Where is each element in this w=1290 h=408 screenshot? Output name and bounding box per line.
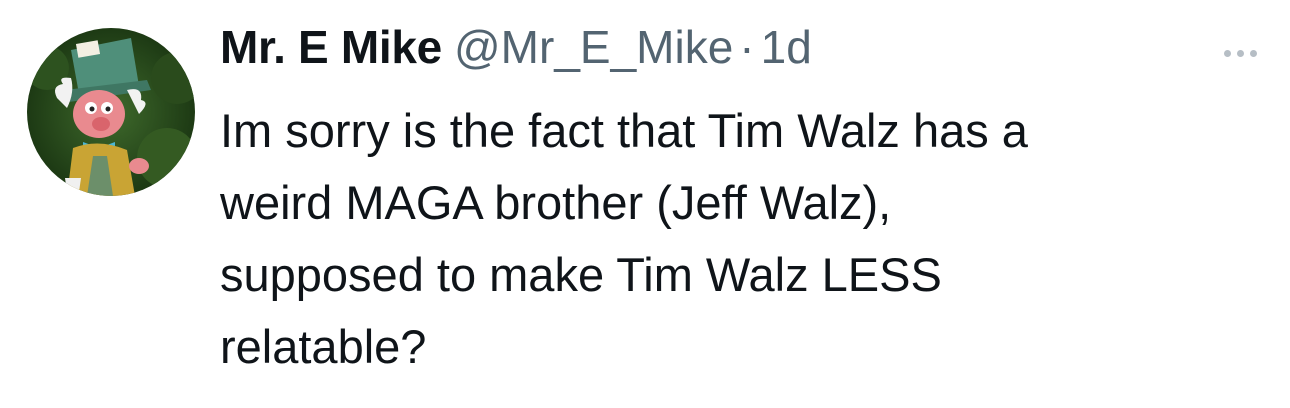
more-dot	[1223, 49, 1231, 57]
more-dot	[1249, 49, 1257, 57]
tweet-text: Im sorry is the fact that Tim Walz has a…	[220, 104, 1028, 373]
author-handle[interactable]: @Mr_E_Mike	[454, 20, 733, 74]
avatar[interactable]	[27, 28, 195, 196]
more-dot	[1236, 49, 1244, 57]
tweet-header: Mr. E Mike @Mr_E_Mike · 1d	[220, 20, 812, 90]
header-separator: ·	[739, 21, 755, 73]
tweet-timestamp[interactable]: 1d	[761, 20, 812, 74]
mad-hatter-avatar-icon	[27, 28, 195, 196]
more-options-icon[interactable]	[1210, 38, 1270, 68]
tweet-card[interactable]: Mr. E Mike @Mr_E_Mike · 1d Im sorry is t…	[0, 0, 1290, 408]
author-display-name[interactable]: Mr. E Mike	[220, 20, 442, 74]
